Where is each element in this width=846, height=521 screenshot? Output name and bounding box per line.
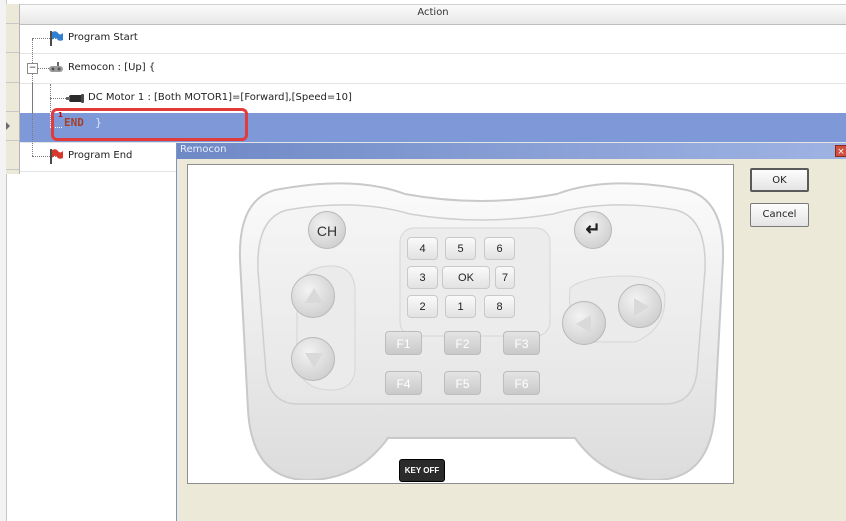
- ok-button[interactable]: OK: [750, 168, 809, 192]
- up-arrow-button[interactable]: [291, 274, 335, 318]
- current-row-arrow-icon: [6, 122, 10, 130]
- key-off-button[interactable]: KEY OFF: [399, 459, 445, 482]
- numpad-key[interactable]: 7: [495, 266, 515, 289]
- left-arrow-button[interactable]: [562, 301, 606, 345]
- right-arrow-button[interactable]: [618, 284, 662, 328]
- dialog-title: Remocon: [180, 144, 227, 155]
- f6-key[interactable]: F6: [503, 371, 540, 395]
- f1-key[interactable]: F1: [385, 331, 422, 355]
- numpad-key[interactable]: 3: [407, 266, 438, 289]
- red-flag-icon: [50, 149, 63, 164]
- down-triangle-icon: [305, 353, 323, 368]
- dc-motor-icon: [66, 94, 84, 103]
- blue-flag-icon: [50, 31, 63, 46]
- numpad-key[interactable]: 5: [445, 237, 476, 260]
- remocon-icon: [49, 62, 63, 72]
- right-triangle-icon: [634, 298, 649, 316]
- numpad-key[interactable]: 4: [407, 237, 438, 260]
- ch-label: CH: [316, 223, 338, 239]
- tree-row-remocon[interactable]: − Remocon : [Up] {: [20, 39, 846, 139]
- numpad-key[interactable]: 6: [484, 237, 515, 260]
- down-arrow-button[interactable]: [291, 337, 335, 381]
- remote-controller-panel: CH ↵ 4 5 6 3 OK 7 2 1 8 F1 F2 F3 F4 F5 F…: [187, 164, 734, 484]
- numpad-key[interactable]: 8: [484, 295, 515, 318]
- row-selector-column: [6, 4, 20, 174]
- remocon-dialog: Remocon × CH ↵ 4 5 6 3 OK 7 2 1 8 F1 F2 …: [176, 143, 846, 521]
- f3-key[interactable]: F3: [503, 331, 540, 355]
- f2-key[interactable]: F2: [444, 331, 481, 355]
- dialog-title-bar[interactable]: Remocon ×: [177, 143, 846, 159]
- tree-row-label: Program End: [68, 150, 133, 161]
- up-triangle-icon: [305, 288, 323, 303]
- f4-key[interactable]: F4: [385, 371, 422, 395]
- left-triangle-icon: [576, 315, 591, 333]
- tree-row-program-start[interactable]: Program Start: [20, 24, 846, 54]
- numpad-key[interactable]: 2: [407, 295, 438, 318]
- enter-button[interactable]: ↵: [574, 211, 612, 249]
- tree-row-program-end[interactable]: Program End: [20, 82, 176, 172]
- ch-button[interactable]: CH: [308, 211, 346, 249]
- action-column-header: Action: [417, 7, 449, 18]
- close-icon[interactable]: ×: [835, 145, 846, 157]
- end-row-highlight-box: [51, 108, 248, 141]
- numpad-ok-key[interactable]: OK: [442, 266, 490, 289]
- cancel-button[interactable]: Cancel: [750, 203, 809, 227]
- column-header: Action: [20, 4, 846, 25]
- tree-row-label: Remocon : [Up] {: [68, 62, 156, 73]
- tree-row-label: Program Start: [68, 32, 138, 43]
- numpad-key[interactable]: 1: [445, 295, 476, 318]
- tree-row-label: DC Motor 1 : [Both MOTOR1]=[Forward],[Sp…: [88, 92, 352, 103]
- enter-icon: ↵: [585, 219, 601, 239]
- f5-key[interactable]: F5: [444, 371, 481, 395]
